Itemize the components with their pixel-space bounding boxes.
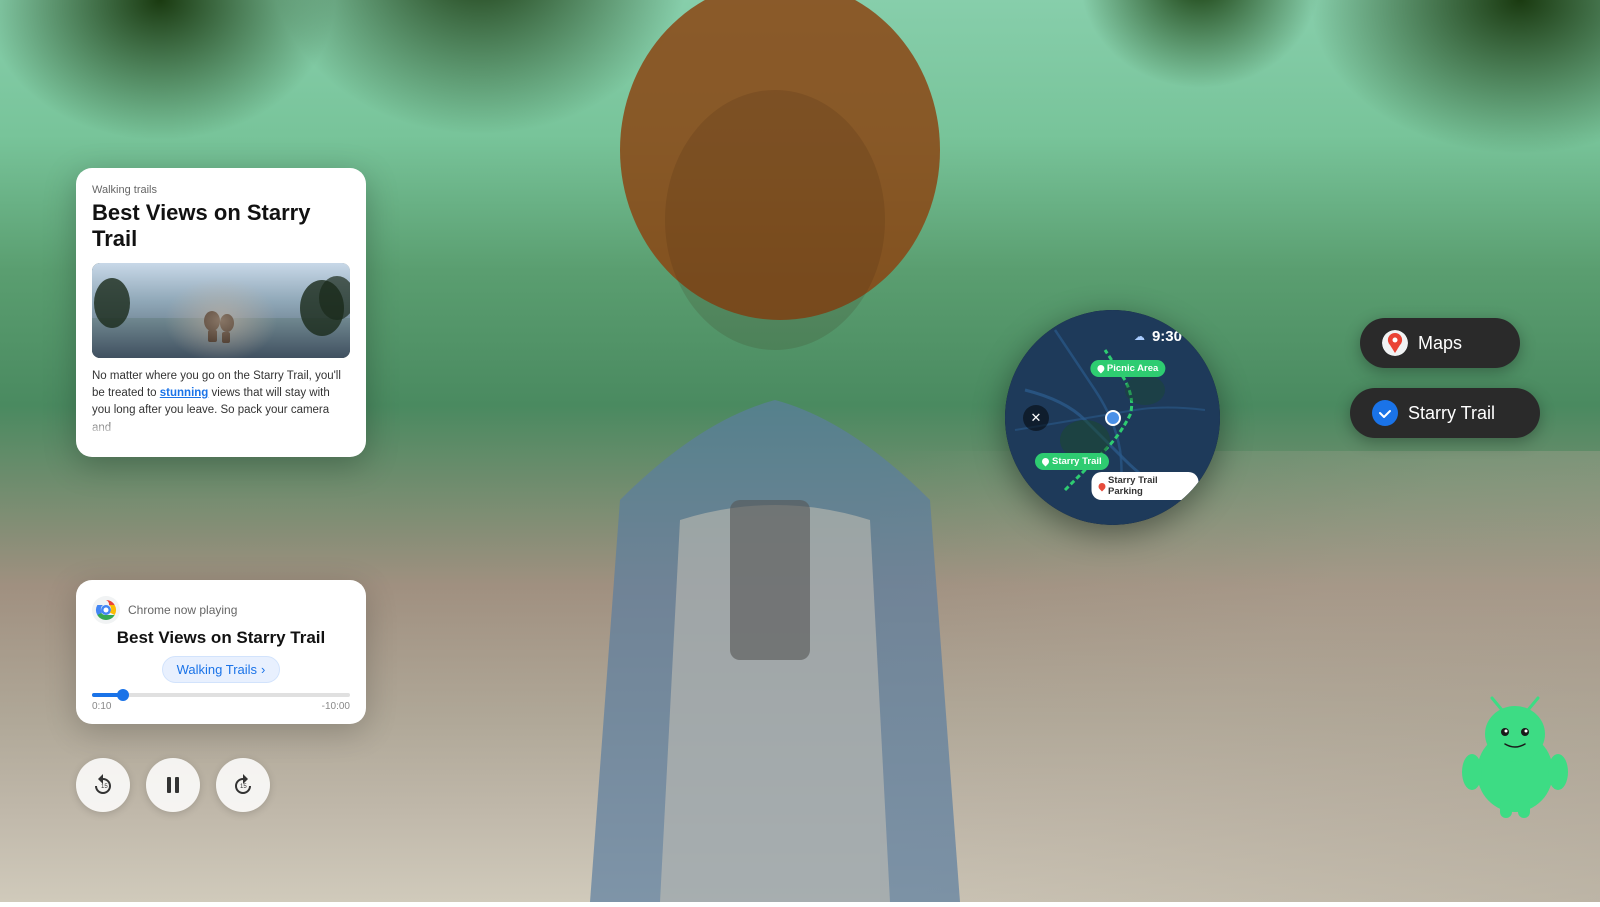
map-compass: ⊕	[1170, 473, 1192, 495]
rewind-button[interactable]: 15	[76, 758, 130, 812]
progress-bar-track	[92, 693, 350, 697]
tag-label: Walking Trails	[177, 662, 257, 677]
watch-time: 9:30	[1152, 328, 1182, 345]
watch-weather-icon: ☁	[1134, 330, 1145, 343]
check-icon	[1372, 400, 1398, 426]
starry-label-text: Starry Trail	[1052, 456, 1102, 467]
svg-text:15: 15	[240, 784, 247, 790]
time-current: 0:10	[92, 701, 111, 712]
watch-map-background: ☁ 9:30 Picnic Area Starry Trail Starry T…	[1005, 310, 1220, 525]
map-close-button[interactable]: ✕	[1023, 405, 1049, 431]
chrome-icon	[92, 596, 120, 624]
android-mascot	[1450, 692, 1580, 822]
article-card: Walking trails Best Views on Starry Trai…	[76, 168, 366, 457]
article-image	[92, 263, 350, 358]
starry-trail-pill-label: Starry Trail	[1408, 403, 1495, 424]
time-remaining: -10:00	[322, 701, 350, 712]
maps-pill[interactable]: Maps	[1360, 318, 1520, 368]
svg-text:15: 15	[101, 784, 108, 790]
maps-icon	[1382, 330, 1408, 356]
pause-button[interactable]	[146, 758, 200, 812]
chrome-now-playing-label: Chrome now playing	[128, 603, 237, 617]
article-body: No matter where you go on the Starry Tra…	[92, 368, 350, 437]
map-label-starry: Starry Trail	[1035, 453, 1109, 470]
starry-trail-pill[interactable]: Starry Trail	[1350, 388, 1540, 438]
article-category: Walking trails	[92, 184, 350, 196]
parking-pin	[1097, 481, 1107, 491]
android-mascot-svg	[1450, 692, 1580, 822]
map-label-picnic: Picnic Area	[1090, 360, 1165, 377]
maps-pill-label: Maps	[1418, 333, 1462, 354]
starry-pin	[1041, 457, 1051, 467]
path-background	[880, 451, 1600, 902]
media-controls: 15 15	[76, 758, 270, 812]
picnic-label-text: Picnic Area	[1107, 363, 1158, 374]
walking-trails-tag[interactable]: Walking Trails ›	[162, 656, 281, 683]
media-player-card: Chrome now playing Best Views on Starry …	[76, 580, 366, 724]
media-player-title: Best Views on Starry Trail	[92, 628, 350, 648]
progress-bar-container[interactable]	[92, 693, 350, 697]
article-image-svg	[92, 263, 350, 358]
progress-handle[interactable]	[117, 689, 129, 701]
chrome-header: Chrome now playing	[92, 596, 350, 624]
article-highlight: stunning	[160, 387, 209, 399]
article-title: Best Views on Starry Trail	[92, 200, 350, 253]
media-tag-area: Walking Trails ›	[92, 656, 350, 683]
forward-button[interactable]: 15	[216, 758, 270, 812]
watch-map-ui: ☁ 9:30 Picnic Area Starry Trail Starry T…	[1005, 310, 1220, 525]
article-body-text: No matter where you go on the Starry Tra…	[92, 368, 350, 437]
tag-arrow: ›	[261, 662, 265, 677]
picnic-pin	[1095, 364, 1105, 374]
progress-times: 0:10 -10:00	[92, 701, 350, 712]
map-location-dot	[1105, 410, 1121, 426]
